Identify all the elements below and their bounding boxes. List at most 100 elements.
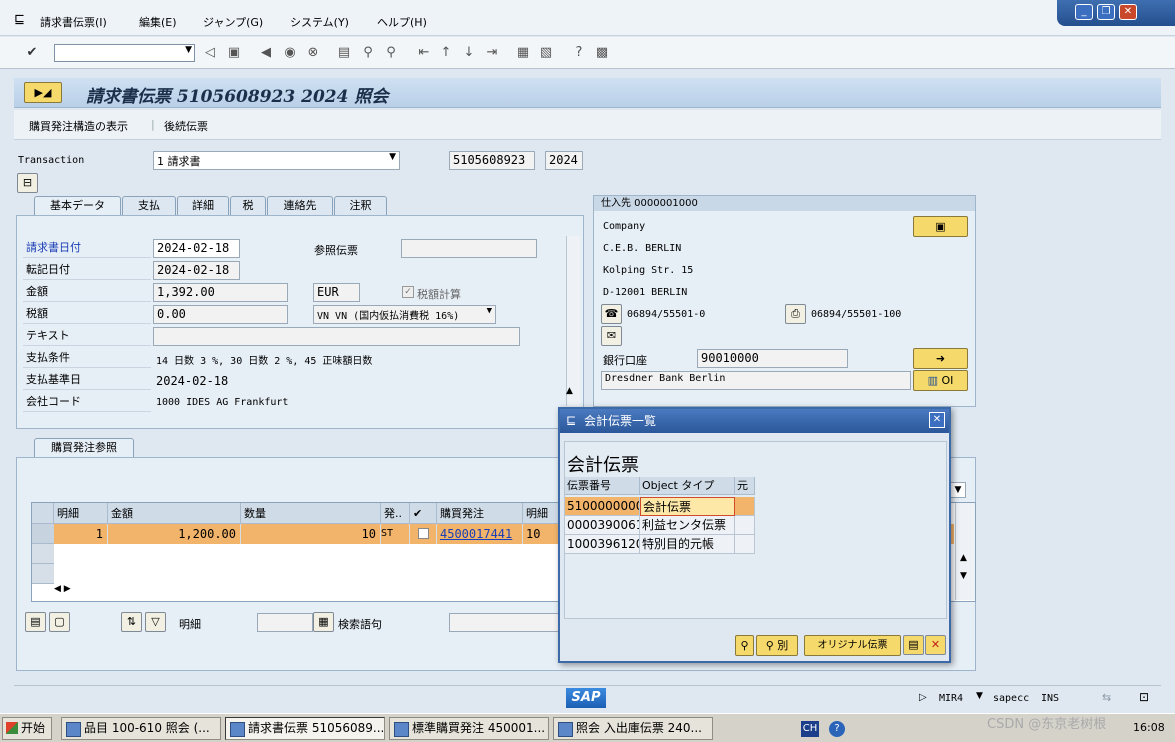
exit-icon[interactable]: ◉ [282,45,298,61]
select-all-header[interactable] [32,503,54,524]
col-source[interactable]: 元 [735,477,755,495]
dialog-find-button[interactable]: ⚲ [735,635,754,656]
minimize-button[interactable]: _ [1075,4,1093,20]
dialog-row-doc[interactable]: 1000396120 [565,535,640,554]
prev-page-icon[interactable]: ↑ [438,45,454,61]
menu-help[interactable]: ヘルプ(H) [377,14,427,30]
doc-number-field[interactable]: 5105608923 [449,151,535,170]
task-goods-movement[interactable]: 照会 入出庫伝票 240... [553,717,713,740]
subsequent-docs-button[interactable]: 後続伝票 [164,118,208,134]
vendor-display-button[interactable]: ▣ [913,216,968,237]
enter-icon[interactable]: ✔ [24,45,40,61]
tab-tax[interactable]: 税 [230,196,266,216]
open-items-button[interactable]: ▥ OI [913,370,968,391]
menu-invoice[interactable]: 請求書伝票(I) [40,14,107,30]
mail-button[interactable]: ✉ [601,326,622,346]
text-field[interactable] [153,327,520,346]
scroll-down-icon[interactable]: ▼ [960,571,967,581]
dialog-row-type[interactable]: 利益センタ伝票 [640,516,735,535]
maximize-button[interactable]: ❐ [1097,4,1115,20]
bank-account-field[interactable]: 90010000 [697,349,848,368]
bank-name-field[interactable]: Dresdner Bank Berlin [601,371,911,390]
tab-contact[interactable]: 連絡先 [267,196,333,216]
dialog-row-doc[interactable]: 0000390061 [565,516,640,535]
po-structure-button[interactable]: 購買発注構造の表示 [29,118,128,134]
row-selector[interactable] [32,564,54,584]
posting-date-field[interactable]: 2024-02-18 [153,261,240,280]
col-qty[interactable]: 数量 [241,503,381,524]
task-invoice[interactable]: 請求書伝票 51056089... [225,717,385,740]
shortcut-icon[interactable]: ▧ [538,45,554,61]
col-unit[interactable]: 発.. [381,503,410,524]
filter-button[interactable]: ▽ [145,612,166,632]
phone-button[interactable]: ☎ [601,304,622,324]
dialog-original-doc-button[interactable]: オリジナル伝票 [804,635,901,656]
find-next-icon[interactable]: ⚲ [383,45,399,61]
find-icon[interactable]: ⚲ [360,45,376,61]
deselect-all-button[interactable]: ▢ [49,612,70,632]
row-selector[interactable] [32,524,54,544]
scroll-up-icon[interactable]: ▲ [566,386,573,396]
scroll-up-icon[interactable]: ▲ [960,553,967,563]
dialog-row-type[interactable]: 特別目的元帳 [640,535,735,554]
bank-detail-button[interactable]: ➜ [913,348,968,369]
save-icon[interactable]: ▣ [226,45,242,61]
search-button[interactable]: ▦ [313,612,334,632]
back-icon[interactable]: ◀ [258,45,274,61]
dialog-cancel-button[interactable]: ✕ [925,635,946,655]
currency-field[interactable]: EUR [313,283,360,302]
start-button[interactable]: 开始 [2,717,52,740]
next-page-icon[interactable]: ↓ [461,45,477,61]
chevron-down-icon[interactable]: ▼ [487,306,492,316]
tax-code-select[interactable]: VN VN (国内仮払消費税 16%) ▼ [313,305,496,324]
fax-button[interactable]: ⎙ [785,304,806,324]
close-window-button[interactable]: ✕ [1119,4,1137,20]
last-page-icon[interactable]: ⇥ [484,45,500,61]
item-field[interactable] [257,613,313,632]
dialog-close-button[interactable]: ✕ [929,412,945,428]
col-flag[interactable]: ✔ [410,503,437,524]
row-selector[interactable] [32,544,54,564]
back-arrow-icon[interactable]: ◁ [202,45,218,61]
layout-icon[interactable]: ▩ [594,45,610,61]
dialog-row-source[interactable] [735,497,755,516]
tab-basic-data[interactable]: 基本データ [34,196,121,216]
chevron-down-icon[interactable]: ▼ [389,152,396,162]
dialog-row-source[interactable] [735,535,755,554]
select-all-button[interactable]: ▤ [25,612,46,632]
command-field[interactable]: ▼ [54,44,195,62]
help-icon[interactable]: ? [571,45,587,61]
reference-field[interactable] [401,239,537,258]
cell-po-link[interactable]: 4500017441 [437,524,523,544]
h-scroll-arrows[interactable]: ◀ ▶ [54,584,114,600]
first-page-icon[interactable]: ⇤ [416,45,432,61]
calc-tax-checkbox[interactable]: ✓ [402,286,414,298]
chevron-down-icon[interactable]: ▼ [976,691,983,701]
amount-field[interactable]: 1,392.00 [153,283,288,302]
year-field[interactable]: 2024 [545,151,583,170]
ime-indicator[interactable]: CH [801,721,819,737]
row-checkbox[interactable] [418,528,429,539]
services-button[interactable]: ▶◢ [24,82,62,103]
cancel-icon[interactable]: ⊗ [305,45,321,61]
dialog-other-button[interactable]: ⚲ 別 [756,635,798,656]
task-material[interactable]: 品目 100-610 照会 (... [61,717,221,740]
search-term-field[interactable] [449,613,569,632]
menu-edit[interactable]: 編集(E) [139,14,177,30]
tab-payment[interactable]: 支払 [122,196,176,216]
new-session-icon[interactable]: ▦ [515,45,531,61]
menu-system[interactable]: システム(Y) [290,14,349,30]
chevron-down-icon[interactable]: ▼ [950,482,966,498]
transaction-select[interactable]: 1 請求書 ▼ [153,151,400,170]
panel-scrollbar[interactable] [566,236,580,406]
header-toggle-button[interactable]: ⊟ [17,173,38,193]
menu-goto[interactable]: ジャンプ(G) [203,14,263,30]
dialog-row-source[interactable] [735,516,755,535]
dialog-row-doc[interactable]: 5100000000 [565,497,640,516]
tab-details[interactable]: 詳細 [177,196,229,216]
sort-button[interactable]: ⇅ [121,612,142,632]
table-scrollbar[interactable] [955,503,975,600]
dialog-row-type[interactable]: 会計伝票 [640,497,735,516]
tab-po-ref[interactable]: 購買発注参照 [34,438,134,458]
help-icon[interactable]: ? [829,721,845,737]
